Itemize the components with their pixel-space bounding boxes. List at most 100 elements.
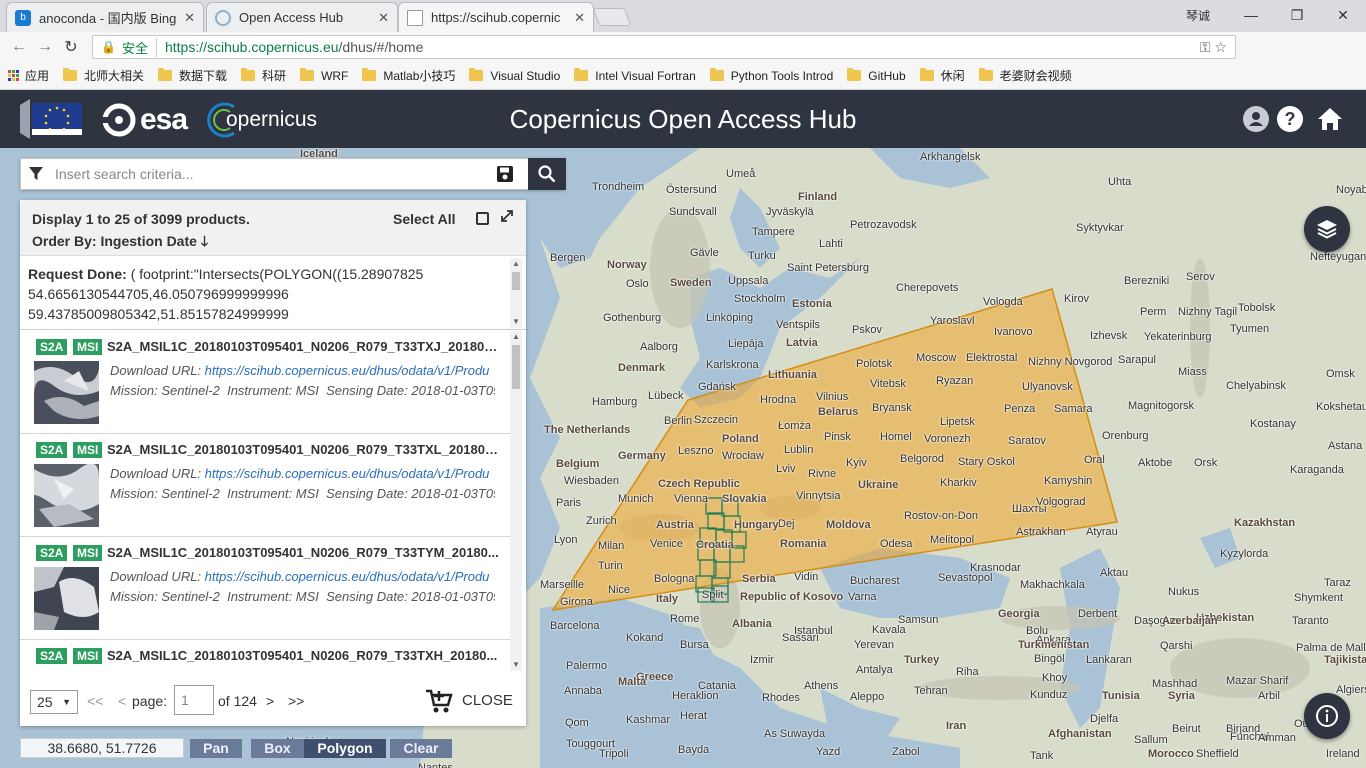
bookmark-folder[interactable]: 休闲 — [919, 67, 965, 84]
browser-tab[interactable]: Open Access Hub ✕ — [206, 2, 398, 32]
profile-label[interactable]: 琴诚 — [1186, 7, 1210, 24]
search-input[interactable] — [55, 161, 495, 187]
address-bar[interactable]: 🔒 安全 https://scihub.copernicus.eu/dhus/#… — [92, 35, 1236, 59]
results-scrollbar[interactable]: ▲ ▼ — [510, 331, 522, 671]
page-number-input[interactable]: 1 — [174, 685, 214, 715]
scroll-down-icon[interactable]: ▼ — [512, 661, 520, 669]
request-scrollbar[interactable]: ▲ ▼ — [510, 258, 522, 328]
browser-tab-active[interactable]: https://scihub.copernic ✕ — [398, 2, 594, 32]
bookmark-apps[interactable]: 应用 — [8, 67, 49, 84]
map-label: Sarapul — [1118, 354, 1156, 366]
user-icon[interactable] — [1242, 105, 1270, 133]
product-name[interactable]: S2A_MSIL1C_20180103T095401_N0206_R079_T3… — [107, 339, 502, 354]
scroll-thumb[interactable] — [512, 272, 520, 290]
product-name[interactable]: S2A_MSIL1C_20180103T095401_N0206_R079_T3… — [107, 648, 502, 663]
map-label: Nukus — [1168, 586, 1200, 598]
map-label: Nantes — [418, 762, 453, 768]
save-search-icon[interactable] — [497, 166, 513, 185]
close-tab-icon[interactable]: ✕ — [378, 10, 389, 26]
map-label: Czech Republic — [658, 478, 740, 490]
scroll-down-icon[interactable]: ▼ — [512, 318, 520, 326]
pan-tool-button[interactable]: Pan — [190, 739, 242, 758]
filter-icon[interactable] — [29, 167, 43, 184]
back-arrow-icon[interactable]: ← — [6, 38, 32, 56]
map-label: Tehran — [914, 685, 948, 697]
close-tab-icon[interactable]: ✕ — [184, 10, 195, 26]
scroll-thumb[interactable] — [512, 345, 520, 389]
tab-title: https://scihub.copernic — [431, 10, 561, 25]
bookmark-folder[interactable]: 科研 — [241, 67, 286, 84]
map-label: Turku — [748, 250, 776, 262]
close-tab-icon[interactable]: ✕ — [574, 10, 585, 26]
info-button[interactable] — [1304, 693, 1350, 739]
forward-arrow-icon[interactable]: → — [32, 38, 58, 56]
bookmark-folder[interactable]: Visual Studio — [469, 68, 560, 83]
map-label: Austria — [656, 519, 694, 531]
download-url-link[interactable]: https://scihub.copernicus.eu/dhus/odata/… — [205, 569, 490, 584]
site-header: esa opernicus Copernicus Open Access Hub… — [0, 90, 1366, 148]
add-to-cart-icon[interactable] — [425, 688, 453, 717]
page-size-select[interactable]: 25 ▼ — [30, 690, 78, 714]
globe-favicon-icon — [215, 9, 231, 26]
list-item[interactable]: S2A MSI S2A_MSIL1C_20180103T095401_N0206… — [20, 434, 510, 537]
bookmark-folder[interactable]: 北师大相关 — [63, 67, 144, 84]
last-page-button[interactable]: >> — [288, 693, 304, 709]
mission-label: Mission: — [110, 589, 158, 604]
first-page-button[interactable]: << — [87, 693, 103, 709]
browser-tab[interactable]: b anoconda - 国内版 Bing ✕ — [6, 2, 204, 32]
product-name[interactable]: S2A_MSIL1C_20180103T095401_N0206_R079_T3… — [107, 442, 502, 457]
map-label: The Netherlands — [544, 424, 631, 436]
bookmark-folder[interactable]: 数据下载 — [158, 67, 227, 84]
close-panel-button[interactable]: CLOSE — [462, 692, 513, 709]
list-item[interactable]: S2A MSI S2A_MSIL1C_20180103T095401_N0206… — [20, 331, 510, 434]
instrument-value: MSI — [295, 589, 319, 604]
product-thumbnail[interactable] — [34, 567, 99, 630]
box-tool-button[interactable]: Box — [251, 739, 304, 758]
bookmark-folder[interactable]: Python Tools Introd — [709, 68, 833, 83]
new-tab-button[interactable] — [592, 8, 632, 26]
layers-button[interactable] — [1304, 206, 1350, 252]
bookmark-label: 老婆财会视频 — [999, 69, 1072, 83]
polygon-tool-button[interactable]: Polygon — [304, 739, 386, 758]
select-all-checkbox[interactable] — [476, 212, 489, 225]
close-window-icon[interactable]: ✕ — [1320, 7, 1366, 24]
product-thumbnail[interactable] — [34, 361, 99, 424]
bookmark-folder[interactable]: Matlab小技巧 — [362, 67, 455, 84]
expand-icon[interactable] — [500, 209, 514, 226]
list-item[interactable]: S2A MSI S2A_MSIL1C_20180103T095401_N0206… — [20, 640, 510, 671]
clear-tool-button[interactable]: Clear — [390, 739, 452, 758]
help-icon[interactable]: ? — [1276, 105, 1304, 133]
reload-icon[interactable]: ↻ — [58, 37, 84, 57]
home-icon[interactable] — [1316, 105, 1344, 133]
bookmark-folder[interactable]: 老婆财会视频 — [978, 67, 1072, 84]
bookmark-folder[interactable]: GitHub — [847, 68, 906, 83]
minimize-icon[interactable]: — — [1228, 7, 1274, 23]
product-name[interactable]: S2A_MSIL1C_20180103T095401_N0206_R079_T3… — [107, 545, 502, 560]
scroll-up-icon[interactable]: ▲ — [512, 333, 520, 341]
next-page-button[interactable]: > — [266, 693, 274, 709]
url-text[interactable]: https://scihub.copernicus.eu/dhus/#/home — [165, 39, 423, 55]
maximize-icon[interactable]: ❐ — [1274, 7, 1320, 24]
mission-value: Sentinel-2 — [161, 486, 220, 501]
bookmark-star-icon[interactable]: ⚿ ☆ — [1200, 39, 1227, 56]
map-label: Lviv — [776, 463, 796, 475]
map-label: Wrocław — [722, 450, 764, 462]
download-url-link[interactable]: https://scihub.copernicus.eu/dhus/odata/… — [205, 363, 490, 378]
map-label: Nizhny Novgorod — [1028, 356, 1113, 368]
bookmark-folder[interactable]: WRF — [300, 68, 348, 83]
prev-page-button[interactable]: < — [118, 693, 126, 709]
search-button[interactable] — [528, 158, 566, 190]
product-thumbnail[interactable] — [34, 464, 99, 527]
map-label: Heraklion — [672, 690, 719, 702]
download-url-link[interactable]: https://scihub.copernicus.eu/dhus/odata/… — [205, 466, 490, 481]
browser-toolbar: ← → ↻ 🔒 安全 https://scihub.copernicus.eu/… — [0, 32, 1366, 88]
page-size-value: 25 — [37, 694, 53, 710]
order-by[interactable]: Order By: Ingestion Date 🡓 — [32, 231, 208, 255]
map-label: Gothenburg — [603, 312, 662, 324]
map-label: Bryansk — [872, 402, 912, 414]
map-label: Trondheim — [592, 181, 645, 193]
list-item[interactable]: S2A MSI S2A_MSIL1C_20180103T095401_N0206… — [20, 537, 510, 640]
bookmark-folder[interactable]: Intel Visual Fortran — [574, 68, 696, 83]
scroll-up-icon[interactable]: ▲ — [512, 260, 520, 268]
map-label: Tobolsk — [1238, 302, 1276, 314]
